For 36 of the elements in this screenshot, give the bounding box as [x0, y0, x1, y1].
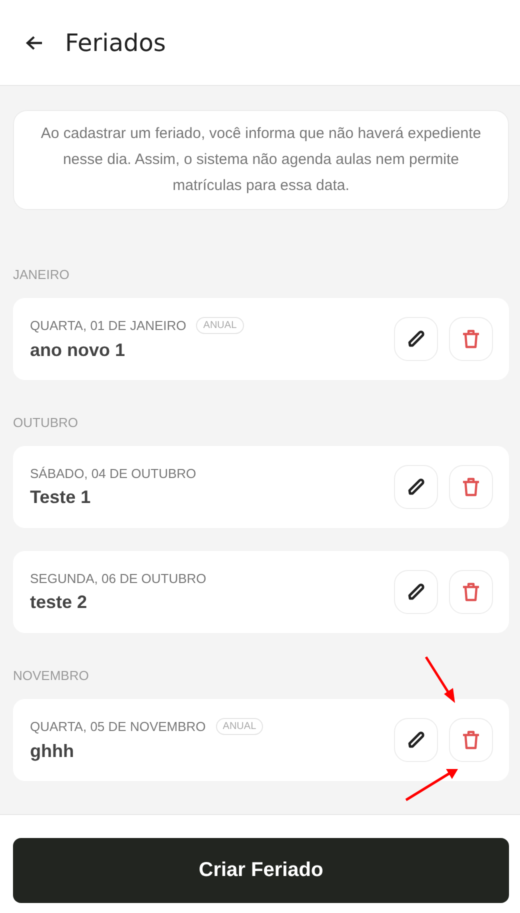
annotation-arrow: [424, 656, 455, 703]
back-button[interactable]: [25, 34, 43, 50]
recurrence-tag: ANUAL: [216, 718, 264, 735]
delete-button[interactable]: [449, 570, 493, 614]
annotation-arrow: [405, 769, 458, 802]
trash-icon: [462, 730, 480, 750]
trash-icon: [462, 329, 480, 349]
edit-button[interactable]: [394, 317, 438, 361]
trash-icon: [462, 582, 480, 602]
holiday-date: QUARTA, 05 DE NOVEMBRO: [30, 719, 206, 734]
delete-button[interactable]: [449, 317, 493, 361]
delete-button[interactable]: [449, 465, 493, 509]
info-card: Ao cadastrar um feriado, você informa que não haverá expediente nesse dia. Assim, o sistema não agenda aulas nem permite matrículas para essa data.: [13, 110, 509, 210]
edit-button[interactable]: [394, 570, 438, 614]
holiday-date: SEGUNDA, 06 DE OUTUBRO: [30, 571, 206, 586]
delete-button[interactable]: [449, 718, 493, 762]
pencil-icon: [406, 582, 426, 602]
holiday-name: ano novo 1: [30, 340, 126, 361]
edit-button[interactable]: [394, 465, 438, 509]
month-label: OUTUBRO: [13, 415, 79, 430]
month-label: NOVEMBRO: [13, 668, 90, 683]
month-label: JANEIRO: [13, 267, 70, 282]
recurrence-tag: ANUAL: [196, 317, 244, 334]
holiday-name: teste 2: [30, 592, 88, 613]
page-title: Feriados: [65, 28, 166, 56]
pencil-icon: [406, 477, 426, 497]
edit-button[interactable]: [394, 718, 438, 762]
back-arrow-icon: [25, 34, 43, 50]
holiday-name: ghhh: [30, 741, 75, 762]
holiday-date: SÁBADO, 04 DE OUTUBRO: [30, 466, 196, 481]
holiday-date: QUARTA, 01 DE JANEIRO: [30, 318, 186, 333]
pencil-icon: [406, 329, 426, 349]
create-holiday-button[interactable]: Criar Feriado: [13, 838, 509, 903]
trash-icon: [462, 477, 480, 497]
pencil-icon: [406, 730, 426, 750]
holiday-name: Teste 1: [30, 487, 92, 508]
